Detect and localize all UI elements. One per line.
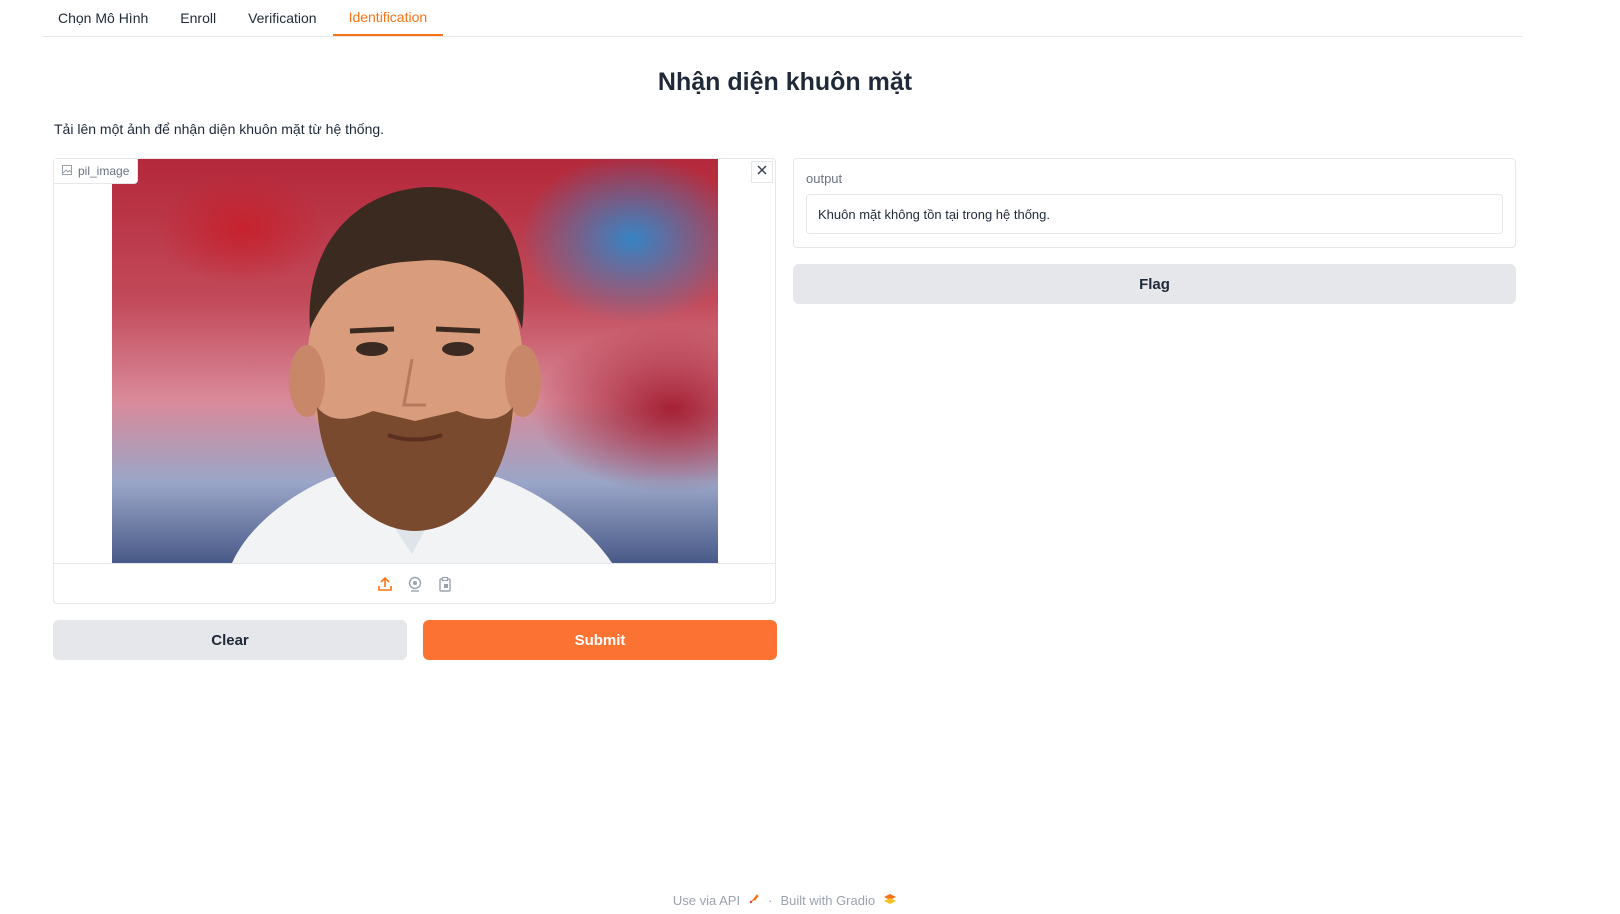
image-input-label-text: pil_image (78, 164, 130, 178)
tab-verification[interactable]: Verification (232, 0, 332, 36)
footer-separator: · (768, 893, 773, 908)
tab-chon-mo-hinh[interactable]: Chọn Mô Hình (42, 0, 164, 36)
image-input-panel[interactable]: pil_image (53, 158, 776, 604)
rocket-icon (748, 893, 760, 908)
image-input-label: pil_image (54, 159, 139, 184)
output-label: output (806, 171, 843, 186)
clear-image-button[interactable] (751, 161, 773, 183)
tab-identification[interactable]: Identification (332, 0, 444, 36)
tab-bar: Chọn Mô Hình Enroll Verification Identif… (42, 0, 1522, 37)
output-panel: output Khuôn mặt không tồn tại trong hệ … (793, 158, 1516, 248)
uploaded-face-photo (112, 159, 718, 563)
clear-button[interactable]: Clear (53, 620, 407, 660)
close-icon (756, 163, 768, 181)
gradio-logo-icon (883, 893, 897, 908)
flag-button[interactable]: Flag (793, 264, 1516, 304)
tab-enroll[interactable]: Enroll (164, 0, 232, 36)
image-icon (62, 164, 72, 178)
webcam-icon[interactable] (406, 575, 424, 593)
image-source-toolbar (54, 563, 775, 603)
footer: Use via API · Built with Gradio (0, 893, 1570, 908)
page-title: Nhận diện khuôn mặt (657, 68, 913, 96)
page-description: Tải lên một ảnh để nhận diện khuôn mặt t… (54, 121, 385, 137)
built-with-gradio-link[interactable]: Built with Gradio (780, 893, 875, 908)
use-via-api-link[interactable]: Use via API (673, 893, 740, 908)
clipboard-icon[interactable] (436, 575, 454, 593)
output-textbox[interactable]: Khuôn mặt không tồn tại trong hệ thống. (806, 194, 1503, 234)
submit-button[interactable]: Submit (423, 620, 777, 660)
upload-icon[interactable] (376, 575, 394, 593)
